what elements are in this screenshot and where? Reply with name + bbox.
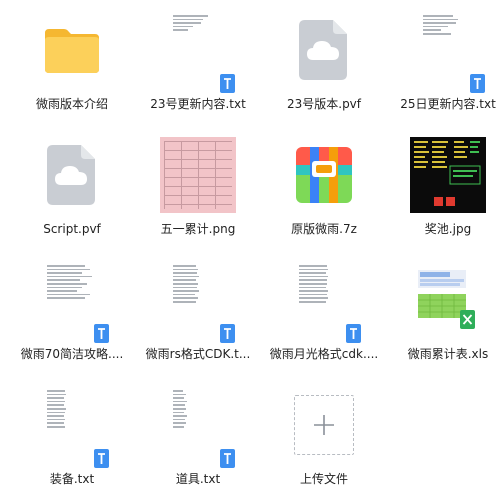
file-grid: 微雨版本介绍 23号更新内容.txt 23号版本.pvf 25日更新内容.txt…	[0, 0, 500, 500]
txt-badge-icon	[220, 449, 235, 468]
file-label: 微雨70简洁攻略....	[20, 347, 124, 361]
file-label: 五一累计.png	[160, 222, 236, 236]
txt-file-icon	[157, 259, 239, 343]
file-item-txt[interactable]: 微雨月光格式cdk....	[262, 253, 386, 373]
file-label: 23号版本.pvf	[286, 97, 362, 111]
file-item-7z[interactable]: 原版微雨.7z	[262, 128, 386, 248]
file-item-txt[interactable]: 23号更新内容.txt	[136, 3, 260, 123]
file-label: 奖池.jpg	[424, 222, 472, 236]
file-label: 微雨rs格式CDK.t...	[145, 347, 251, 361]
file-item-pvf[interactable]: 23号版本.pvf	[262, 3, 386, 123]
file-item-jpg[interactable]: 奖池.jpg	[386, 128, 500, 248]
file-item-txt[interactable]: 微雨70简洁攻略....	[10, 253, 134, 373]
txt-file-icon	[283, 259, 365, 343]
file-label: 道具.txt	[175, 472, 221, 486]
archive-icon	[283, 134, 365, 216]
txt-badge-icon	[470, 74, 485, 93]
plus-icon	[314, 415, 334, 435]
txt-badge-icon	[94, 324, 109, 343]
cloud-file-icon	[31, 134, 113, 216]
txt-file-icon	[31, 259, 113, 343]
txt-file-icon	[157, 384, 239, 468]
file-label: Script.pvf	[43, 222, 101, 236]
file-label: 微雨月光格式cdk....	[269, 347, 379, 361]
txt-badge-icon	[220, 324, 235, 343]
folder-icon	[31, 9, 113, 91]
txt-file-icon	[157, 9, 239, 93]
txt-badge-icon	[220, 74, 235, 93]
image-thumbnail	[157, 134, 239, 216]
upload-file-button[interactable]: 上传文件	[262, 378, 386, 498]
cloud-file-icon	[283, 9, 365, 91]
txt-file-icon	[31, 384, 113, 468]
file-label: 23号更新内容.txt	[150, 97, 246, 111]
file-item-xls[interactable]: 微雨累计表.xls	[386, 253, 500, 373]
file-label: 装备.txt	[49, 472, 95, 486]
file-item-png[interactable]: 五一累计.png	[136, 128, 260, 248]
file-label: 原版微雨.7z	[291, 222, 357, 236]
file-label: 微雨累计表.xls	[407, 347, 489, 361]
file-item-txt[interactable]: 25日更新内容.txt	[386, 3, 500, 123]
file-label: 微雨版本介绍	[35, 97, 108, 111]
file-item-txt[interactable]: 道具.txt	[136, 378, 260, 498]
upload-label: 上传文件	[299, 472, 348, 486]
file-item-txt[interactable]: 装备.txt	[10, 378, 134, 498]
file-label: 25日更新内容.txt	[400, 97, 496, 111]
file-item-pvf[interactable]: Script.pvf	[10, 128, 134, 248]
txt-badge-icon	[94, 449, 109, 468]
upload-tile[interactable]	[294, 395, 354, 455]
file-item-folder[interactable]: 微雨版本介绍	[10, 3, 134, 123]
image-thumbnail	[407, 134, 489, 216]
xls-file-icon	[407, 259, 489, 341]
txt-badge-icon	[346, 324, 361, 343]
txt-file-icon	[407, 9, 489, 93]
file-item-txt[interactable]: 微雨rs格式CDK.t...	[136, 253, 260, 373]
